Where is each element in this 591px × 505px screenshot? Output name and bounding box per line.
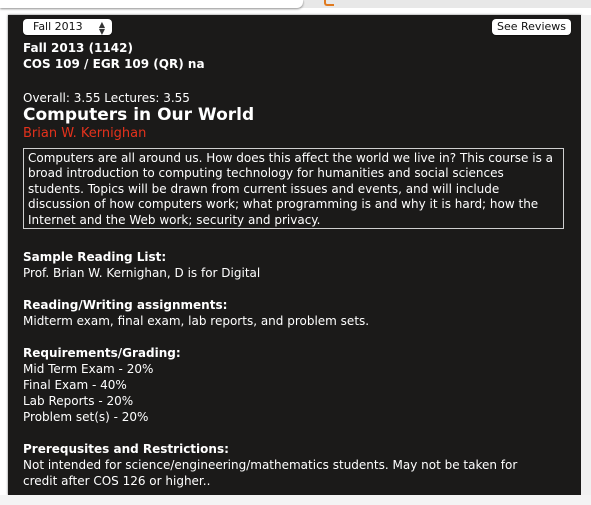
course-description: Computers are all around us. How does th… — [23, 148, 564, 229]
section-heading: Requirements/Grading: — [23, 346, 181, 360]
section-line: Problem set(s) - 20% — [23, 410, 149, 424]
term-select[interactable]: Fall 2013 ▲ ▼ — [23, 19, 112, 36]
section-line: Mid Term Exam - 20% — [23, 362, 154, 376]
term-code: Fall 2013 (1142) — [23, 41, 133, 55]
section-line: Final Exam - 40% — [23, 378, 127, 392]
assignments-section: Reading/Writing assignments: Midterm exa… — [23, 297, 369, 329]
section-heading: Prerequsites and Restrictions: — [23, 442, 229, 456]
orange-marker-icon — [324, 0, 334, 6]
instructor-link[interactable]: Brian W. Kernighan — [23, 126, 146, 142]
see-reviews-button[interactable]: See Reviews — [492, 19, 571, 35]
address-bar-edge — [0, 0, 303, 8]
term-select-value: Fall 2013 — [33, 20, 83, 33]
up-down-chevron-icon: ▲ ▼ — [98, 20, 105, 36]
course-title: Computers in Our World — [23, 105, 255, 125]
section-heading: Reading/Writing assignments: — [23, 298, 228, 312]
browser-top-strip — [0, 0, 591, 8]
course-code-block: Fall 2013 (1142) COS 109 / EGR 109 (QR) … — [23, 40, 205, 72]
section-heading: Sample Reading List: — [23, 250, 167, 264]
section-line: Prof. Brian W. Kernighan, D is for Digit… — [23, 266, 261, 280]
grading-section: Requirements/Grading: Mid Term Exam - 20… — [23, 345, 181, 425]
prerequisites-section: Prerequsites and Restrictions: Not inten… — [23, 441, 517, 489]
section-line: Lab Reports - 20% — [23, 394, 134, 408]
section-line: Midterm exam, final exam, lab reports, a… — [23, 314, 370, 328]
section-line: credit after COS 126 or higher.. — [23, 474, 211, 488]
course-ratings: Overall: 3.55 Lectures: 3.55 — [23, 91, 190, 105]
course-listing: COS 109 / EGR 109 (QR) na — [23, 57, 205, 71]
bottom-strip — [0, 495, 591, 505]
course-detail-panel: Fall 2013 ▲ ▼ See Reviews Fall 2013 (1142… — [8, 15, 581, 495]
scrollbar-track[interactable] — [581, 15, 591, 495]
reading-list-section: Sample Reading List: Prof. Brian W. Kern… — [23, 249, 260, 281]
section-line: Not intended for science/engineering/mat… — [23, 458, 518, 472]
